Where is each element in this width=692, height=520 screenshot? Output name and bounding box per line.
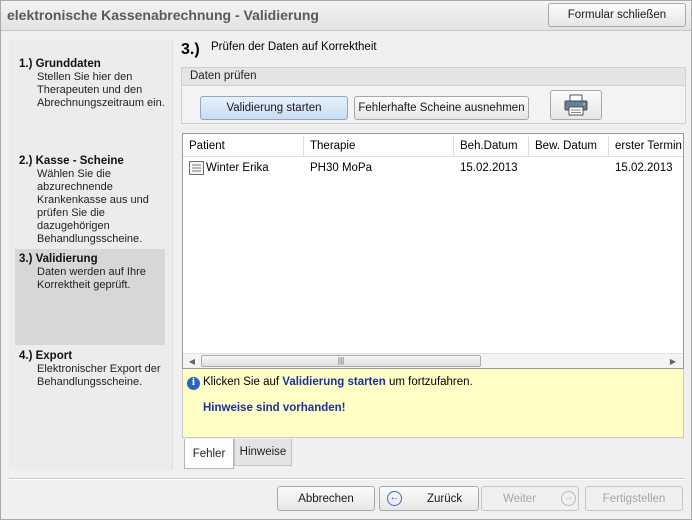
arrow-left-icon: ← <box>387 491 402 506</box>
next-button-label: Weiter <box>503 492 537 505</box>
hints-available-message: Hinweise sind vorhanden! <box>203 402 346 414</box>
step-description: Stellen Sie hier den Therapeuten und den… <box>37 71 165 109</box>
info-panel: i Klicken Sie auf Validierung starten um… <box>182 369 684 438</box>
scroll-left-icon[interactable]: ◀ <box>184 354 200 368</box>
cell-beh-datum: 15.02.2013 <box>460 162 518 174</box>
group-title: Daten prüfen <box>182 68 685 86</box>
column-header-beh-datum[interactable]: Beh.Datum <box>454 136 529 157</box>
exclude-faulty-button[interactable]: Fehlerhafte Scheine ausnehmen <box>354 96 529 120</box>
window-title: elektronische Kassenabrechnung - Validie… <box>7 7 319 23</box>
daten-pruefen-group: Daten prüfen Validierung starten Fehlerh… <box>181 67 686 124</box>
step-number: 3.) <box>181 41 200 58</box>
table-row[interactable]: Winter Erika PH30 MoPa 15.02.2013 15.02.… <box>183 158 683 178</box>
sidebar-step-kasse-scheine[interactable]: 2.) Kasse - Scheine Wählen Sie die abzur… <box>15 155 165 246</box>
step-description: Daten werden auf Ihre Korrektheit geprüf… <box>37 266 146 291</box>
grid-header: Patient Therapie Beh.Datum Bew. Datum er… <box>183 136 683 157</box>
info-message: Klicken Sie auf Validierung starten um f… <box>203 376 473 388</box>
step-title: 4.) Export <box>19 350 73 362</box>
column-header-bew-datum[interactable]: Bew. Datum <box>529 136 609 157</box>
back-button-label: Zurück <box>427 492 463 505</box>
column-header-patient[interactable]: Patient <box>183 136 304 157</box>
print-button[interactable] <box>550 90 602 120</box>
printer-icon <box>564 94 588 116</box>
step-description: Elektronischer Export der Behandlungssch… <box>37 363 161 388</box>
column-header-erster-termin[interactable]: erster Termin <box>609 136 683 157</box>
back-button[interactable]: ← Zurück <box>379 486 479 511</box>
step-title: 3.) Validierung <box>19 253 98 265</box>
main-window: elektronische Kassenabrechnung - Validie… <box>0 0 692 520</box>
step-description: Wählen Sie die abzurechnende Krankenkass… <box>37 168 149 245</box>
scroll-thumb[interactable]: ||| <box>201 355 481 367</box>
validation-link[interactable]: Validierung starten <box>282 376 386 388</box>
finish-button[interactable]: Fertigstellen <box>585 486 683 511</box>
cancel-button[interactable]: Abbrechen <box>277 486 375 511</box>
next-button[interactable]: Weiter → <box>481 486 579 511</box>
tab-hinweise[interactable]: Hinweise <box>234 439 292 466</box>
horizontal-scrollbar[interactable]: ◀ ||| ▶ <box>183 353 683 368</box>
sidebar-step-export[interactable]: 4.) Export Elektronischer Export der Beh… <box>15 350 165 389</box>
step-title: 1.) Grunddaten <box>19 58 101 70</box>
footer-divider <box>9 478 685 480</box>
info-icon: i <box>187 377 200 390</box>
step-title: 2.) Kasse - Scheine <box>19 155 124 167</box>
step-heading: Prüfen der Daten auf Korrektheit <box>211 41 377 53</box>
wizard-sidebar: 1.) Grunddaten Stellen Sie hier den Ther… <box>9 40 173 470</box>
cell-erster-termin: 15.02.2013 <box>615 162 673 174</box>
column-header-therapie[interactable]: Therapie <box>304 136 454 157</box>
arrow-right-icon: → <box>561 491 577 506</box>
document-icon <box>189 161 204 175</box>
cell-therapie: PH30 MoPa <box>310 162 373 174</box>
title-bar: elektronische Kassenabrechnung - Validie… <box>1 1 691 31</box>
sidebar-step-validierung[interactable]: 3.) Validierung Daten werden auf Ihre Ko… <box>15 249 165 345</box>
close-form-button[interactable]: Formular schließen <box>548 3 686 27</box>
validation-grid: Patient Therapie Beh.Datum Bew. Datum er… <box>182 133 684 369</box>
scroll-right-icon[interactable]: ▶ <box>665 354 681 368</box>
sidebar-step-grunddaten[interactable]: 1.) Grunddaten Stellen Sie hier den Ther… <box>15 58 165 110</box>
cell-patient: Winter Erika <box>206 162 269 174</box>
tab-fehler[interactable]: Fehler <box>184 439 234 469</box>
start-validation-button[interactable]: Validierung starten <box>200 96 348 120</box>
